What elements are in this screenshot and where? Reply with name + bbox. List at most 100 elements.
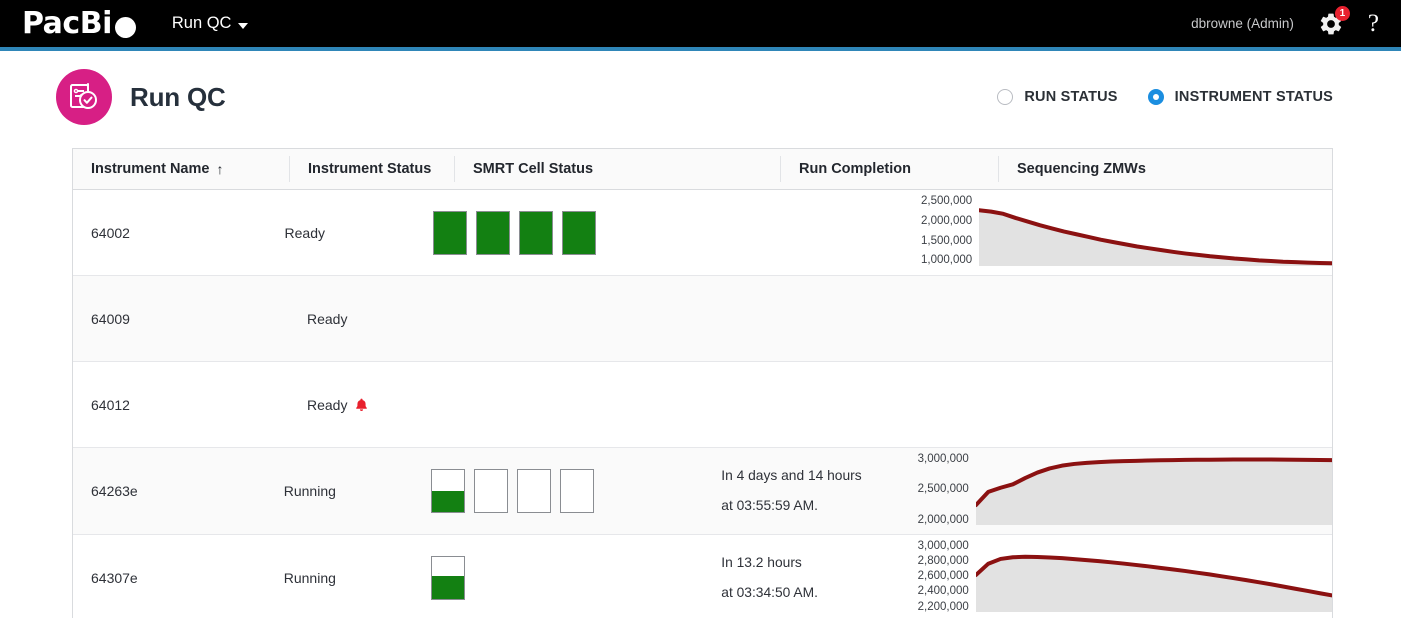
page-title: Run QC [130,82,226,113]
chart-y-tick-label: 2,500,000 [909,196,972,208]
nav-menu-label: Run QC [172,14,232,33]
top-navigation-bar: PacBi Run QC dbrowne (Admin) 1 ? [0,0,1401,47]
instrument-status-table: Instrument Name ↑ Instrument Status SMRT… [72,148,1333,618]
instrument-name-value: 64307e [91,570,138,586]
cell-run-completion: In 13.2 hours at 03:34:50 AM. [703,535,898,618]
sort-ascending-arrow-icon: ↑ [216,161,223,177]
smrt-cell-fill [434,212,466,254]
table-body: 64002Ready2,500,0002,000,0001,500,0001,0… [73,190,1332,618]
run-completion-line: In 4 days and 14 hours [721,468,861,484]
instrument-status-value: Ready [285,225,325,241]
column-header-smrt-cell-status[interactable]: SMRT Cell Status [454,156,780,182]
cell-smrt-cell-status [413,448,703,534]
cell-sequencing-zmws: 3,000,0002,500,0002,000,000 [898,448,1332,534]
sequencing-zmws-chart[interactable]: 3,000,0002,800,0002,600,0002,400,0002,20… [898,535,1332,618]
cell-instrument-name: 64002 [73,190,267,275]
column-header-smrt-cell-status-label: SMRT Cell Status [473,161,593,177]
smrt-cell-indicator[interactable] [562,211,596,255]
table-row[interactable]: 64263eRunningIn 4 days and 14 hoursat 03… [73,448,1332,535]
zmw-chart-svg [976,456,1332,525]
chart-y-tick-label: 2,500,000 [906,484,969,496]
run-qc-icon [56,69,112,125]
smrt-cell-indicator[interactable] [433,211,467,255]
run-completion-line: at 03:34:50 AM. [721,585,818,601]
alert-indicator[interactable] [355,398,368,412]
smrt-cell-indicator[interactable] [474,469,508,513]
smrt-cell-indicator[interactable] [431,556,465,600]
sequencing-zmws-chart[interactable]: 3,000,0002,500,0002,000,000 [898,448,1332,534]
nav-menu-run-qc[interactable]: Run QC [172,14,249,33]
table-header-row: Instrument Name ↑ Instrument Status SMRT… [73,149,1332,190]
notification-badge: 1 [1335,6,1350,21]
brand-text: PacBi [22,9,112,39]
cell-run-completion: In 4 days and 14 hours at 03:55:59 AM. [703,448,898,534]
chart-y-tick-label: 1,000,000 [909,255,972,267]
smrt-cell-indicator[interactable] [431,469,465,513]
cell-instrument-status: Ready [289,362,454,447]
chart-y-tick-label: 3,000,000 [906,454,969,466]
smrt-cell-indicator[interactable] [560,469,594,513]
instrument-status-value: Ready [307,397,347,413]
smrt-cell-indicator[interactable] [517,469,551,513]
column-header-run-completion-label: Run Completion [799,161,911,177]
table-row[interactable]: 64002Ready2,500,0002,000,0001,500,0001,0… [73,190,1332,276]
cell-instrument-name: 64307e [73,535,266,618]
chart-y-tick-label: 2,200,000 [906,602,969,614]
radio-run-status-mark [997,89,1013,105]
pacbio-logo[interactable]: PacBi [22,9,136,39]
column-header-instrument-status[interactable]: Instrument Status [289,156,454,182]
smrt-cell-fill [563,212,595,254]
sequencing-zmws-chart[interactable]: 2,500,0002,000,0001,500,0001,000,000 [901,190,1332,275]
chart-plot-area [976,543,1332,612]
table-row[interactable]: 64012Ready [73,362,1332,448]
chart-plot-area [979,198,1332,266]
pacbio-circle-logo-icon [115,17,136,38]
radio-instrument-status[interactable]: INSTRUMENT STATUS [1148,89,1333,105]
radio-run-status-label: RUN STATUS [1024,89,1117,105]
chart-y-tick-label: 2,600,000 [906,571,969,583]
table-row[interactable]: 64307e Running In 13.2 hours at 03:34:50 AM… [73,535,1332,618]
instrument-status-value: Running [284,483,336,499]
run-completion-line: In 13.2 hours [721,555,818,571]
run-completion-text: In 13.2 hours at 03:34:50 AM. [721,555,818,601]
table-row[interactable]: 64009 Ready [73,276,1332,362]
chart-y-tick-label: 3,000,000 [906,541,969,553]
cell-instrument-status: Running [266,448,414,534]
column-header-instrument-name[interactable]: Instrument Name ↑ [73,156,289,182]
chevron-down-icon [238,23,248,29]
cell-sequencing-zmws: 2,500,0002,000,0001,500,0001,000,000 [901,190,1332,275]
smrt-cell-fill [432,576,464,599]
instrument-name-value: 64002 [91,225,130,241]
cell-instrument-status: Ready [289,276,454,361]
cell-run-completion [706,190,901,275]
chart-y-tick-label: 1,500,000 [909,236,972,248]
zmw-chart-svg [979,198,1332,266]
help-icon[interactable]: ? [1368,11,1379,36]
instrument-name-value: 64009 [91,311,130,327]
run-completion-line: at 03:55:59 AM. [721,498,861,514]
cell-run-completion [780,276,998,361]
radio-run-status[interactable]: RUN STATUS [997,89,1117,105]
radio-instrument-status-label: INSTRUMENT STATUS [1175,89,1333,105]
bell-alert-icon [355,398,368,412]
cell-sequencing-zmws: 3,000,0002,800,0002,600,0002,400,0002,20… [898,535,1332,618]
chart-y-axis: 3,000,0002,500,0002,000,000 [898,448,976,534]
cell-instrument-status: Running [266,535,414,618]
chart-plot-area [976,456,1332,525]
cell-sequencing-zmws [998,362,1332,447]
cell-smrt-cell-status [415,190,706,275]
cell-instrument-name: 64009 [73,276,289,361]
smrt-cell-indicator[interactable] [476,211,510,255]
smrt-cell-fill [520,212,552,254]
page-title-group: Run QC [56,69,226,125]
settings-button[interactable]: 1 [1318,11,1344,37]
smrt-cell-indicator[interactable] [519,211,553,255]
cell-smrt-cell-status [454,276,780,361]
cell-smrt-cell-status [454,362,780,447]
column-header-sequencing-zmws[interactable]: Sequencing ZMWs [998,156,1332,182]
column-header-run-completion[interactable]: Run Completion [780,156,998,182]
column-header-instrument-status-label: Instrument Status [308,161,431,177]
column-header-sequencing-zmws-label: Sequencing ZMWs [1017,161,1146,177]
chart-y-axis: 2,500,0002,000,0001,500,0001,000,000 [901,190,979,275]
cell-smrt-cell-status [413,535,703,618]
